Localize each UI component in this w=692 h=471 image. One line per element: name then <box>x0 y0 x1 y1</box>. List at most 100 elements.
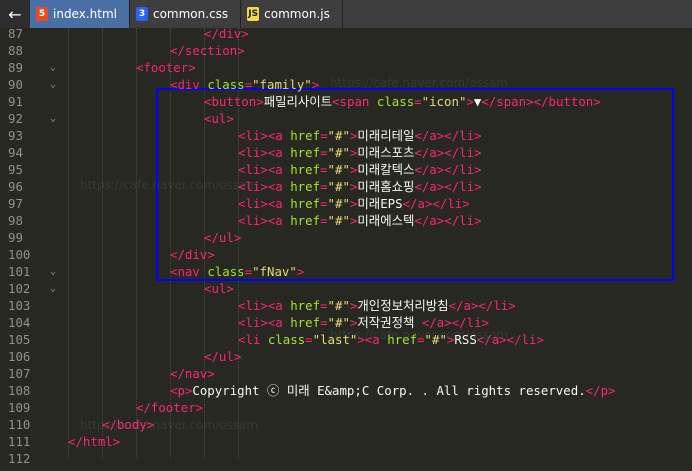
code-line[interactable]: </div> <box>170 246 215 263</box>
line-number: 108 <box>8 383 31 398</box>
html-file-icon: 5 <box>36 7 48 21</box>
code-line[interactable]: <nav class="fNav"> <box>170 263 304 280</box>
code-token: <li><a <box>238 179 291 194</box>
tab-index-html[interactable]: 5 index.html <box>30 0 130 28</box>
watermark-text: https://cafe.naver.com/ossam <box>80 178 259 192</box>
fold-chevron-icon[interactable]: ⌄ <box>50 280 60 297</box>
code-line[interactable]: <li><a href="#">개인정보처리방침</a></li> <box>238 297 516 314</box>
fold-chevron-icon[interactable]: ⌄ <box>50 263 60 280</box>
code-token: <li><a <box>238 162 291 177</box>
code-line[interactable]: </ul> <box>204 348 241 365</box>
code-token: = <box>320 145 328 160</box>
code-token: </body> <box>102 417 155 432</box>
code-line[interactable]: <button>패밀리사이트<span class="icon">▼</span… <box>204 93 601 110</box>
code-editor[interactable]: https://cafe.naver.com/ossam https://caf… <box>0 28 692 471</box>
line-number: 96 <box>8 179 23 194</box>
code-token: class <box>207 264 245 279</box>
line-number: 99 <box>8 230 23 245</box>
code-line[interactable]: </section> <box>170 42 245 59</box>
code-token: href <box>290 179 321 194</box>
code-line[interactable]: <li><a href="#">미래EPS</a></li> <box>238 195 470 212</box>
fold-chevron-icon[interactable]: ⌄ <box>50 59 60 76</box>
code-line[interactable]: <li><a href="#">미래스포츠</a></li> <box>238 144 482 161</box>
code-token: "#" <box>327 298 350 313</box>
code-token: </div> <box>204 28 249 41</box>
tab-common-js[interactable]: JS common.js <box>241 0 343 28</box>
code-token: > <box>466 94 474 109</box>
code-token: 미래에스텍 <box>357 213 415 228</box>
line-number: 89 <box>8 60 23 75</box>
code-token: </ul> <box>204 349 242 364</box>
code-token: "fNav" <box>252 264 297 279</box>
code-token: = <box>320 315 328 330</box>
code-line[interactable]: </footer> <box>136 399 203 416</box>
code-line[interactable]: <li><a href="#">저작권정책 </a></li> <box>238 314 489 331</box>
watermark-text: https://cafe.naver.com/ossam <box>330 76 509 90</box>
code-token: = <box>320 179 328 194</box>
code-line[interactable]: <li><a href="#">미래칼텍스</a></li> <box>238 161 482 178</box>
code-line[interactable]: <div class="family"> <box>170 76 319 93</box>
code-token: </div> <box>170 247 215 262</box>
code-line[interactable]: </body> <box>102 416 154 433</box>
code-token: = <box>320 298 328 313</box>
code-token: <div <box>170 77 208 92</box>
fold-chevron-icon[interactable]: ⌄ <box>50 76 60 93</box>
indent-guide <box>136 28 137 458</box>
code-line[interactable]: </div> <box>204 28 249 42</box>
line-number: 93 <box>8 128 23 143</box>
code-token: href <box>290 315 321 330</box>
code-line[interactable]: <footer> <box>136 59 196 76</box>
code-token: > <box>311 77 320 92</box>
code-token: 패밀리사이트 <box>263 94 333 109</box>
tab-common-css[interactable]: 3 common.css <box>130 0 242 28</box>
code-line[interactable]: <li><a href="#">미래에스텍</a></li> <box>238 212 482 229</box>
line-number: 91 <box>8 94 23 109</box>
code-token: </a></li> <box>402 196 470 211</box>
line-number: 112 <box>8 451 31 466</box>
line-number: 111 <box>8 434 31 449</box>
code-token: </a></li> <box>414 145 482 160</box>
code-line[interactable]: <li><a href="#">미래홈쇼핑</a></li> <box>238 178 482 195</box>
code-token: </section> <box>170 43 245 58</box>
code-token: = <box>305 332 313 347</box>
line-number: 110 <box>8 417 31 432</box>
code-token: <ul> <box>204 111 234 126</box>
code-token: "#" <box>424 332 447 347</box>
code-token: = <box>320 128 328 143</box>
code-token: </ul> <box>204 230 242 245</box>
code-line[interactable]: <ul> <box>204 280 234 297</box>
code-token: "#" <box>327 128 350 143</box>
line-number: 95 <box>8 162 23 177</box>
code-token: 저작권정책 <box>357 315 422 330</box>
line-number: 103 <box>8 298 31 313</box>
css-file-icon: 3 <box>135 7 148 21</box>
code-line[interactable]: </html> <box>68 433 120 450</box>
code-token: <li <box>238 332 268 347</box>
code-token: 개인정보처리방침 <box>357 298 449 313</box>
code-token: href <box>290 162 321 177</box>
code-line[interactable]: </ul> <box>204 229 241 246</box>
fold-chevron-icon[interactable]: ⌄ <box>50 110 60 127</box>
code-token: class <box>376 94 415 109</box>
code-token: <li><a <box>238 196 291 211</box>
tab-label: common.css <box>152 7 229 21</box>
back-arrow-icon[interactable]: ← <box>0 0 30 28</box>
code-token: </a></li> <box>421 315 489 330</box>
js-file-icon: JS <box>247 7 260 21</box>
code-token: RSS <box>454 332 477 347</box>
code-line[interactable]: <ul> <box>204 110 234 127</box>
code-token: href <box>290 128 321 143</box>
code-token: </a></li> <box>414 213 482 228</box>
code-line[interactable]: <li class="last"><a href="#">RSS</a></li… <box>238 331 544 348</box>
code-line[interactable]: <p>Copyright ⓒ 미래 E&amp;C Corp. . All ri… <box>170 382 616 399</box>
code-token: = <box>414 94 422 109</box>
code-line[interactable]: <li><a href="#">미래리테일</a></li> <box>238 127 482 144</box>
code-token: 미래홈쇼핑 <box>357 179 415 194</box>
code-token: </nav> <box>170 366 215 381</box>
code-token: <button> <box>204 94 264 109</box>
code-token: </html> <box>68 434 121 449</box>
code-token: href <box>387 332 418 347</box>
code-line[interactable]: </nav> <box>170 365 215 382</box>
code-token: class <box>207 77 245 92</box>
tab-label: common.js <box>264 7 330 21</box>
